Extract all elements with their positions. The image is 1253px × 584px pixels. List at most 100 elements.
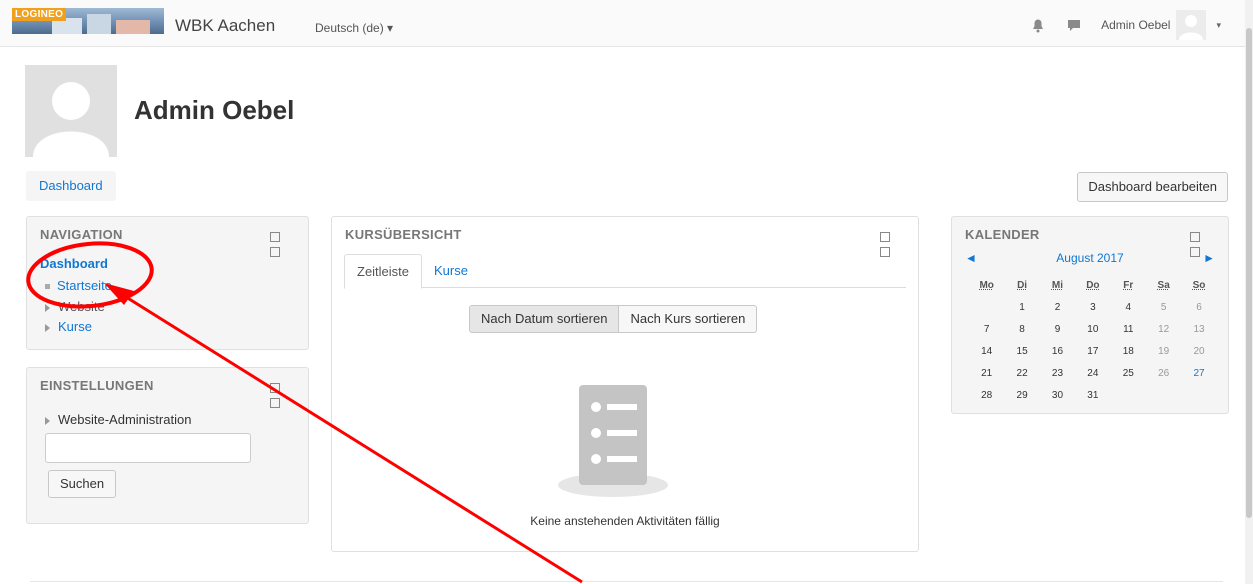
empty-message: Keine anstehenden Aktivitäten fällig — [530, 514, 720, 528]
block-controls — [880, 230, 902, 257]
breadcrumb-dashboard[interactable]: Dashboard — [26, 171, 116, 201]
collapse-icon[interactable] — [880, 232, 890, 242]
calendar-day[interactable]: 11 — [1111, 318, 1146, 340]
collapse-icon[interactable] — [270, 383, 280, 393]
calendar-day[interactable]: 29 — [1004, 384, 1039, 406]
settings-search-input[interactable] — [45, 433, 251, 463]
calendar-prev-icon[interactable]: ◄ — [965, 251, 977, 265]
calendar-weekday: Sa — [1157, 279, 1170, 291]
language-menu[interactable]: Deutsch (de) ▾ — [315, 21, 393, 35]
calendar-week-row: 7 8 9 10 11 12 13 — [969, 318, 1217, 340]
dock-icon[interactable] — [270, 247, 280, 257]
scrollbar-thumb[interactable] — [1246, 28, 1252, 518]
top-navbar: LOGINEO WBK Aachen Deutsch (de) ▾ Admin … — [0, 0, 1245, 47]
calendar-week-row: 28 29 30 31 — [969, 384, 1217, 406]
calendar-day[interactable]: 25 — [1111, 362, 1146, 384]
calendar-day — [1146, 384, 1181, 406]
nav-item-kurse[interactable]: Kurse — [45, 319, 92, 334]
settings-search-button[interactable]: Suchen — [48, 470, 117, 498]
calendar-grid: Mo Di Mi Do Fr Sa So 1 2 3 4 5 6 7 8 9 10 11 12 13 14 15 16 17… — [969, 274, 1217, 406]
calendar-day[interactable]: 15 — [1004, 340, 1039, 362]
settings-item-site-admin[interactable]: Website-Administration — [45, 412, 191, 427]
calendar-weekday: Do — [1086, 279, 1100, 291]
calendar-day[interactable]: 30 — [1040, 384, 1075, 406]
calendar-day — [1111, 384, 1146, 406]
calendar-day[interactable]: 17 — [1075, 340, 1110, 362]
calendar-day — [1181, 384, 1216, 406]
calendar-day[interactable]: 8 — [1004, 318, 1039, 340]
sort-by-course-button[interactable]: Nach Kurs sortieren — [619, 305, 758, 333]
calendar-day[interactable]: 28 — [969, 384, 1004, 406]
nav-dashboard-link[interactable]: Dashboard — [40, 256, 108, 271]
calendar-day[interactable]: 19 — [1146, 340, 1181, 362]
user-avatar[interactable] — [1176, 10, 1207, 40]
messages-icon[interactable] — [1065, 16, 1083, 34]
block-controls — [270, 381, 292, 408]
calendar-weekday: Mi — [1051, 279, 1064, 291]
nav-item-startseite[interactable]: Startseite — [45, 278, 112, 293]
calendar-block-title: KALENDER — [965, 227, 1040, 242]
calendar-day[interactable]: 4 — [1111, 296, 1146, 318]
calendar-day[interactable]: 13 — [1181, 318, 1216, 340]
page-title: Admin Oebel — [134, 95, 295, 125]
edit-dashboard-button[interactable]: Dashboard bearbeiten — [1077, 172, 1228, 202]
profile-avatar — [25, 65, 117, 157]
calendar-day[interactable]: 21 — [969, 362, 1004, 384]
calendar-header: August 2017 ◄ ► — [965, 251, 1215, 267]
calendar-day — [969, 296, 1004, 318]
calendar-day[interactable]: 2 — [1040, 296, 1075, 318]
calendar-day[interactable]: 20 — [1181, 340, 1216, 362]
calendar-week-row: 123456 — [969, 296, 1217, 318]
nav-item-website[interactable]: Website — [45, 299, 105, 314]
calendar-day[interactable]: 22 — [1004, 362, 1039, 384]
calendar-day[interactable]: 31 — [1075, 384, 1110, 406]
bullet-icon — [45, 284, 50, 290]
collapse-icon[interactable] — [1190, 232, 1200, 242]
navigation-block: NAVIGATION Dashboard Startseite Website … — [26, 216, 309, 350]
calendar-weekday: Di — [1017, 279, 1028, 291]
calendar-day[interactable]: 5 — [1146, 296, 1181, 318]
calendar-day[interactable]: 3 — [1075, 296, 1110, 318]
expand-arrow-icon — [45, 303, 50, 312]
calendar-weekday: Mo — [979, 279, 994, 291]
block-controls — [1190, 230, 1212, 257]
calendar-day[interactable]: 27 — [1181, 362, 1216, 384]
calendar-day[interactable]: 14 — [969, 340, 1004, 362]
user-menu-name[interactable]: Admin Oebel — [1101, 18, 1170, 32]
dock-icon[interactable] — [270, 398, 280, 408]
settings-block: EINSTELLUNGEN Website-Administration Suc… — [26, 367, 309, 524]
user-menu-caret-icon[interactable]: ▾ — [1216, 20, 1221, 31]
calendar-block: KALENDER August 2017 ◄ ► Mo Di Mi Do Fr Sa So … — [951, 216, 1229, 414]
sort-by-date-button[interactable]: Nach Datum sortieren — [469, 305, 620, 333]
page-header: Admin Oebel — [25, 65, 294, 157]
notification-bell-icon[interactable] — [1029, 16, 1047, 34]
user-area: Admin Oebel ▾ — [1029, 10, 1221, 40]
tab-zeitleiste[interactable]: Zeitleiste — [344, 254, 423, 289]
site-logo[interactable]: LOGINEO — [12, 8, 164, 34]
collapse-icon[interactable] — [270, 232, 280, 242]
site-name-link[interactable]: WBK Aachen — [175, 16, 275, 36]
calendar-day[interactable]: 9 — [1040, 318, 1075, 340]
calendar-day[interactable]: 24 — [1075, 362, 1110, 384]
calendar-day[interactable]: 1 — [1004, 296, 1039, 318]
logo-text: LOGINEO — [12, 8, 67, 21]
empty-list-icon — [556, 381, 670, 499]
calendar-next-icon[interactable]: ► — [1203, 251, 1215, 265]
calendar-day[interactable]: 23 — [1040, 362, 1075, 384]
course-overview-title: KURSÜBERSICHT — [345, 227, 462, 242]
settings-block-title: EINSTELLUNGEN — [40, 378, 154, 393]
calendar-day[interactable]: 6 — [1181, 296, 1216, 318]
tab-kurse[interactable]: Kurse — [422, 254, 480, 287]
calendar-day[interactable]: 12 — [1146, 318, 1181, 340]
page-scrollbar[interactable] — [1245, 0, 1253, 584]
calendar-month-link[interactable]: August 2017 — [965, 251, 1215, 265]
calendar-day[interactable]: 7 — [969, 318, 1004, 340]
calendar-day[interactable]: 16 — [1040, 340, 1075, 362]
calendar-day[interactable]: 18 — [1111, 340, 1146, 362]
navigation-block-title: NAVIGATION — [40, 227, 123, 242]
calendar-weekday: Fr — [1123, 279, 1134, 291]
expand-arrow-icon — [45, 323, 50, 332]
calendar-day[interactable]: 26 — [1146, 362, 1181, 384]
calendar-day[interactable]: 10 — [1075, 318, 1110, 340]
course-overview-block: KURSÜBERSICHT Zeitleiste Kurse Nach Datu… — [331, 216, 919, 552]
